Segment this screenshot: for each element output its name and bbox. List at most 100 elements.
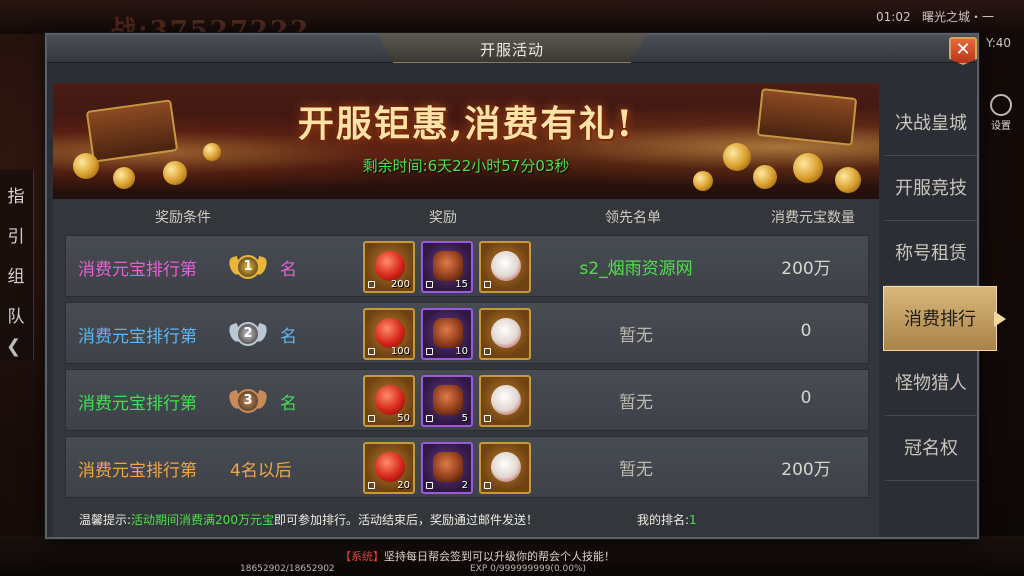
red-gem-icon [375,251,405,281]
table-header: 奖励条件 奖励 领先名单 消费元宝数量 [53,205,879,229]
system-tag: 【系统】 [340,550,384,563]
reward-quantity: 10 [455,346,468,357]
reward-quantity: 100 [390,346,410,357]
reward-quantity: 20 [397,480,410,491]
rank-medal-icon: 3 [227,385,269,417]
rank-condition: 消费元宝排行第 [78,461,197,481]
reward-slot[interactable]: 50 [363,375,415,427]
side-tab-team-1[interactable]: 组 [0,262,32,287]
header-leader: 领先名单 [605,210,661,226]
reward-slot[interactable]: 15 [421,241,473,293]
collapse-arrow-icon[interactable]: ❮ [6,336,28,358]
tab-6[interactable]: 冠名权 [885,416,977,481]
pouch-icon [491,452,521,482]
gear-icon [990,94,1012,116]
close-button[interactable]: ✕ [949,37,977,65]
medal-number: 2 [236,322,260,346]
rank-row: 消费元宝排行第 1 名 200 15 s2_烟雨资源网 200万 [65,235,869,297]
lock-icon [368,281,375,288]
rank-suffix: 名 [280,394,297,414]
settings-button[interactable]: 设置 [983,92,1019,132]
spend-amount: 200万 [781,259,831,279]
close-icon: ✕ [955,39,971,60]
dialog-title: 开服活动 [479,41,544,59]
lock-icon [484,348,491,355]
side-tab-team-2[interactable]: 队 [0,302,32,327]
leader-name: s2_烟雨资源网 [579,259,693,279]
reward-slot[interactable]: 100 [363,308,415,360]
banner-headline: 开服钜惠,消费有礼! [297,103,635,145]
tab-3[interactable]: 称号租赁 [885,221,977,286]
lock-icon [368,415,375,422]
lock-icon [484,482,491,489]
hint-prefix: 温馨提示: [79,513,132,527]
red-gem-icon [375,318,405,348]
reward-items: 100 10 [363,308,535,360]
reward-slot[interactable] [479,442,531,494]
rank-medal-icon: 2 [227,318,269,350]
reward-slot[interactable]: 5 [421,375,473,427]
event-content: 开服钜惠,消费有礼! 剩余时间:6天22小时57分03秒 奖励条件 奖励 领先名… [53,83,879,537]
rank-row: 消费元宝排行第 2 名 100 10 暂无 0 [65,302,869,364]
lock-icon [426,348,433,355]
reward-slot[interactable] [479,241,531,293]
reward-items: 20 2 [363,442,535,494]
reward-quantity: 5 [461,413,468,424]
exp-readout: EXP 0/999999999(0.00%) [470,564,587,574]
leader-name: 暂无 [619,326,653,346]
coord-readout: Y:40 [986,36,1012,50]
reward-items: 50 5 [363,375,535,427]
event-tabs: 决战皇城 开服竞技 称号租赁 消费排行 怪物猎人 冠名权 [883,91,997,481]
medal-number: 1 [236,255,260,279]
reward-slot[interactable]: 200 [363,241,415,293]
header-amount: 消费元宝数量 [771,210,855,226]
scroll-icon [433,318,463,348]
tab-1[interactable]: 决战皇城 [885,91,977,156]
reward-slot[interactable] [479,375,531,427]
pouch-icon [491,251,521,281]
side-tab-guide-2[interactable]: 引 [0,222,32,247]
hp-readout: 18652902/18652902 [240,564,335,574]
header-condition: 奖励条件 [155,210,211,226]
dialog-title-bar: 开服活动 ✕ [47,33,977,65]
my-rank: 我的排名:1 [637,511,697,528]
reward-slot[interactable]: 20 [363,442,415,494]
event-dialog: 开服活动 ✕ 开服钜惠,消费有礼! 剩余时间:6天22小时57分03秒 奖励条件… [45,33,997,539]
clock: 01:02 [876,10,911,24]
lock-icon [484,415,491,422]
spend-amount: 200万 [781,460,831,480]
settings-label: 设置 [991,121,1011,132]
remaining-time: 剩余时间:6天22小时57分03秒 [53,155,879,176]
lock-icon [426,415,433,422]
header-reward: 奖励 [429,210,457,226]
map-name: 曙光之城・一 [922,10,995,24]
lock-icon [426,281,433,288]
my-rank-value: 1 [689,513,697,527]
tab-5[interactable]: 怪物猎人 [885,351,977,416]
reward-slot[interactable]: 10 [421,308,473,360]
hint-highlight: 活动期间消费满200万元宝 [131,513,274,527]
spend-amount: 0 [800,321,812,341]
reward-slot[interactable]: 2 [421,442,473,494]
event-banner: 开服钜惠,消费有礼! 剩余时间:6天22小时57分03秒 [53,83,879,199]
clock-map-readout: 01:02 曙光之城・一 [876,8,994,25]
scroll-icon [433,385,463,415]
red-gem-icon [375,452,405,482]
rank-after: 4名以后 [230,461,292,481]
tab-4[interactable]: 消费排行 [883,286,997,351]
leader-name: 暂无 [619,393,653,413]
rank-row: 消费元宝排行第 4名以后 20 2 暂无 200万 [65,436,869,498]
pouch-icon [491,318,521,348]
side-tab-guide-1[interactable]: 指 [0,182,32,207]
reward-slot[interactable] [479,308,531,360]
tab-2[interactable]: 开服竞技 [885,156,977,221]
lock-icon [484,281,491,288]
reward-quantity: 15 [455,279,468,290]
rank-suffix: 名 [280,260,297,280]
reward-items: 200 15 [363,241,535,293]
rank-row: 消费元宝排行第 3 名 50 5 暂无 0 [65,369,869,431]
lock-icon [426,482,433,489]
lock-icon [368,482,375,489]
red-gem-icon [375,385,405,415]
leader-name: 暂无 [619,460,653,480]
